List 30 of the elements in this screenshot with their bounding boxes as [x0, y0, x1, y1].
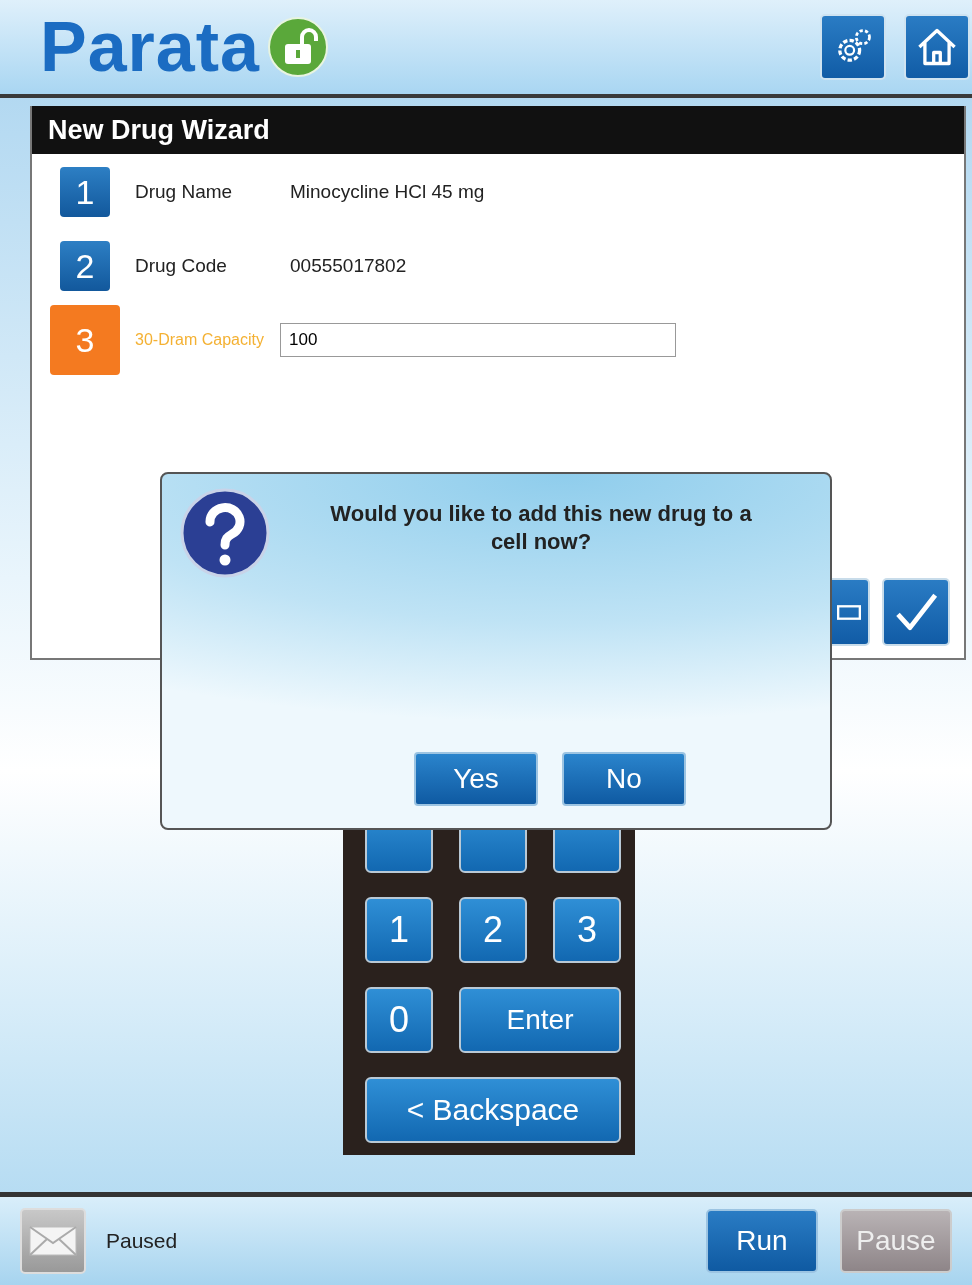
step-label: 30-Dram Capacity — [134, 331, 265, 349]
keypad-key[interactable]: 3 — [553, 897, 621, 963]
step-number: 1 — [60, 167, 110, 217]
dialog-message: Would you like to add this new drug to a cell now? — [329, 500, 753, 556]
step-value: Minocycline HCl 45 mg — [290, 181, 485, 203]
question-icon — [180, 488, 270, 578]
open-padlock-icon[interactable] — [268, 17, 329, 77]
step-number: 3 — [50, 305, 120, 375]
step-label: Drug Code — [134, 255, 228, 277]
logo: Parata — [40, 12, 261, 82]
status-button[interactable]: Run — [706, 1209, 818, 1273]
dialog-button[interactable]: Yes — [414, 752, 538, 806]
keypad-key[interactable]: Enter — [459, 987, 621, 1053]
rectangle-icon — [837, 604, 861, 620]
keypad-key[interactable]: 2 — [459, 897, 527, 963]
dialog-button[interactable]: No — [562, 752, 686, 806]
input-field[interactable]: 100 — [280, 323, 676, 357]
step-value: 00555017802 — [290, 255, 407, 277]
status-text: Paused — [106, 1229, 178, 1253]
wizard-title: New Drug Wizard — [32, 106, 964, 154]
step-label: Drug Name — [134, 181, 234, 203]
envelope-icon — [28, 1223, 78, 1259]
keypad-key[interactable]: 0 — [365, 987, 433, 1053]
keypad-key[interactable]: < Backspace — [365, 1077, 621, 1143]
home-button[interactable] — [904, 14, 970, 80]
message-button[interactable] — [20, 1208, 86, 1274]
keypad-key[interactable]: 1 — [365, 897, 433, 963]
step-number: 2 — [60, 241, 110, 291]
confirm-button[interactable] — [882, 578, 950, 646]
settings-button[interactable] — [820, 14, 886, 80]
